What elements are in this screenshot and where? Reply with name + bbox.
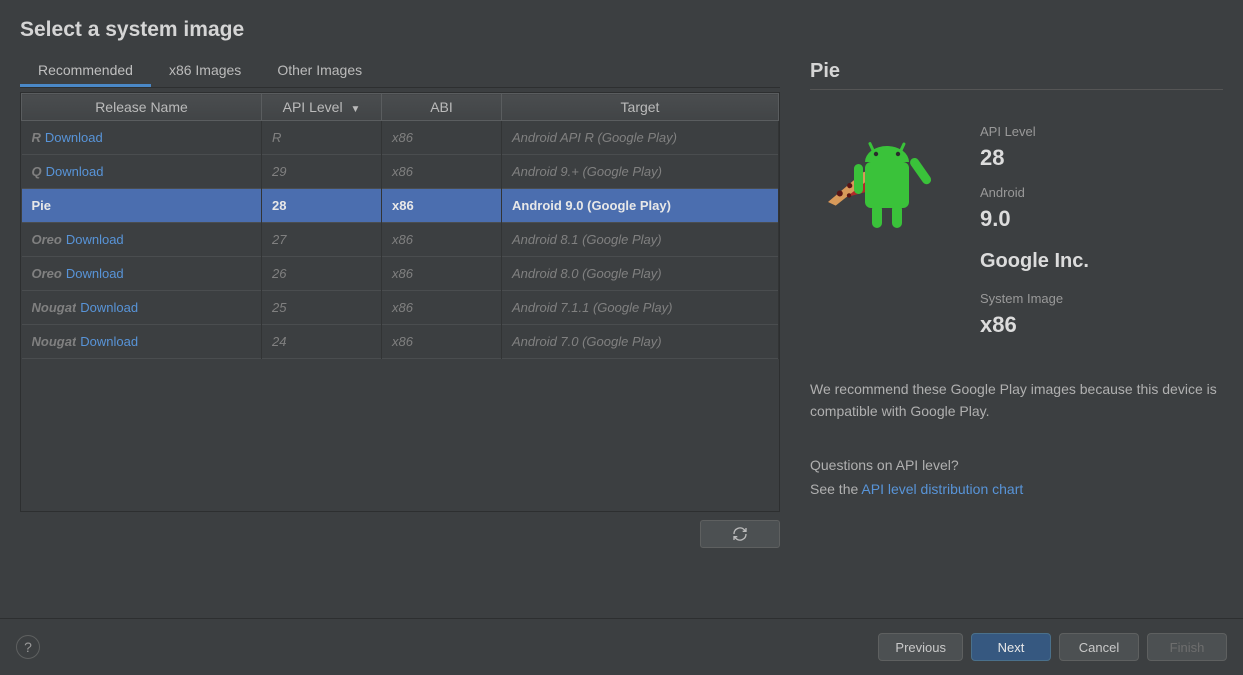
target-cell: Android API R (Google Play) — [502, 121, 779, 155]
release-name: Nougat — [32, 300, 77, 315]
table-row[interactable]: Q Download 29x86Android 9.+ (Google Play) — [22, 155, 779, 189]
release-name: Q — [32, 164, 42, 179]
release-name: R — [32, 130, 41, 145]
refresh-button[interactable] — [700, 520, 780, 548]
next-button[interactable]: Next — [971, 633, 1051, 661]
table-row[interactable]: NougatDownload 24x86Android 7.0 (Google P… — [22, 325, 779, 359]
tab-x86-images[interactable]: x86 Images — [151, 52, 259, 87]
api-level-value: 28 — [980, 145, 1089, 171]
api-level-label: API Level — [980, 124, 1089, 139]
abi-cell: x86 — [382, 257, 502, 291]
help-icon: ? — [24, 639, 32, 655]
api-cell: 28 — [262, 189, 382, 223]
help-button[interactable]: ? — [16, 635, 40, 659]
detail-title: Pie — [810, 60, 1223, 90]
api-distribution-link[interactable]: API level distribution chart — [861, 481, 1023, 497]
system-image-table: Release Name API Level ▼ ABI Target R Dow… — [20, 92, 780, 512]
previous-button[interactable]: Previous — [878, 633, 963, 661]
table-row[interactable]: Oreo Download 27x86Android 8.1 (Google Pla… — [22, 223, 779, 257]
target-cell: Android 8.1 (Google Play) — [502, 223, 779, 257]
table-row[interactable]: Pie 28x86Android 9.0 (Google Play) — [22, 189, 779, 223]
api-cell: R — [262, 121, 382, 155]
tab-recommended[interactable]: Recommended — [20, 52, 151, 87]
abi-cell: x86 — [382, 223, 502, 257]
target-cell: Android 9.0 (Google Play) — [502, 189, 779, 223]
table-row[interactable]: Oreo Download 26x86Android 8.0 (Google Pla… — [22, 257, 779, 291]
system-image-label: System Image — [980, 291, 1089, 306]
cancel-button[interactable]: Cancel — [1059, 633, 1139, 661]
col-header-target[interactable]: Target — [502, 94, 779, 121]
abi-cell: x86 — [382, 189, 502, 223]
android-label: Android — [980, 185, 1089, 200]
api-cell: 25 — [262, 291, 382, 325]
abi-cell: x86 — [382, 325, 502, 359]
download-link[interactable]: Download — [80, 334, 138, 349]
download-link[interactable]: Download — [80, 300, 138, 315]
target-cell: Android 8.0 (Google Play) — [502, 257, 779, 291]
android-version-value: 9.0 — [980, 206, 1089, 232]
api-cell: 24 — [262, 325, 382, 359]
target-cell: Android 7.1.1 (Google Play) — [502, 291, 779, 325]
tabs: Recommendedx86 ImagesOther Images — [20, 52, 780, 88]
download-link[interactable]: Download — [66, 232, 124, 247]
release-name: Nougat — [32, 334, 77, 349]
download-link[interactable]: Download — [66, 266, 124, 281]
refresh-icon — [732, 526, 748, 542]
abi-cell: x86 — [382, 291, 502, 325]
api-cell: 26 — [262, 257, 382, 291]
system-image-value: x86 — [980, 312, 1089, 338]
page-title: Select a system image — [20, 18, 1223, 42]
publisher-value: Google Inc. — [980, 250, 1089, 273]
finish-button: Finish — [1147, 633, 1227, 661]
api-cell: 29 — [262, 155, 382, 189]
api-cell: 27 — [262, 223, 382, 257]
tab-other-images[interactable]: Other Images — [259, 52, 380, 87]
android-pie-image — [810, 114, 960, 264]
table-row[interactable]: NougatDownload 25x86Android 7.1.1 (Google… — [22, 291, 779, 325]
download-link[interactable]: Download — [45, 130, 103, 145]
table-row[interactable]: R Download Rx86Android API R (Google Play) — [22, 121, 779, 155]
release-name: Pie — [32, 198, 52, 213]
abi-cell: x86 — [382, 121, 502, 155]
target-cell: Android 9.+ (Google Play) — [502, 155, 779, 189]
abi-cell: x86 — [382, 155, 502, 189]
release-name: Oreo — [32, 266, 62, 281]
see-prefix: See the — [810, 481, 861, 497]
recommend-text: We recommend these Google Play images be… — [810, 378, 1223, 423]
sort-desc-icon: ▼ — [350, 104, 360, 115]
col-header-api[interactable]: API Level ▼ — [262, 94, 382, 121]
question-text: Questions on API level? — [810, 457, 1223, 473]
release-name: Oreo — [32, 232, 62, 247]
col-header-api-label: API Level — [283, 99, 343, 115]
target-cell: Android 7.0 (Google Play) — [502, 325, 779, 359]
col-header-abi[interactable]: ABI — [382, 94, 502, 121]
col-header-release[interactable]: Release Name — [22, 94, 262, 121]
see-text: See the API level distribution chart — [810, 481, 1223, 497]
download-link[interactable]: Download — [46, 164, 104, 179]
